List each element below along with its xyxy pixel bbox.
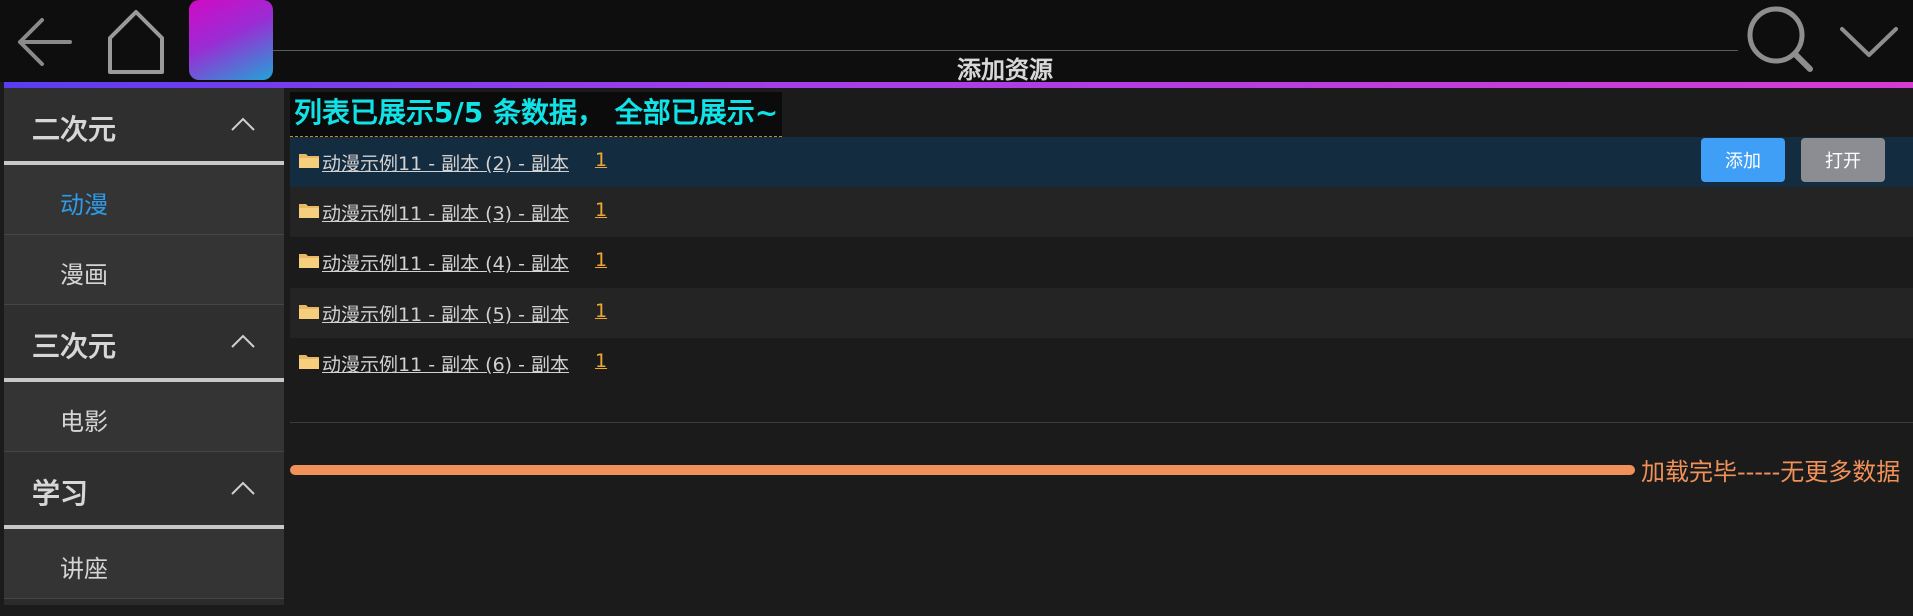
item-count-link[interactable]: 1 [595,199,607,221]
sidebar-item-label: 漫画 [60,261,108,289]
item-name-link[interactable]: 动漫示例11 - 副本 (5) - 副本 [322,300,569,327]
list-summary: 列表已展示5/5 条数据， 全部已展示~ [290,92,783,137]
folder-icon [299,254,319,268]
chevron-down-icon [1840,27,1898,57]
item-name-link[interactable]: 动漫示例11 - 副本 (6) - 副本 [322,350,569,377]
page-title: 添加资源 [957,56,1053,84]
folder-icon [299,204,319,218]
item-count-link[interactable]: 1 [595,300,607,322]
open-button[interactable]: 打开 [1801,138,1885,182]
sidebar-item-label: 动漫 [60,191,108,219]
list-item[interactable]: 动漫示例11 - 副本 (5) - 副本 1 [290,288,1913,338]
load-progress-bar [290,465,1635,475]
item-count-link[interactable]: 1 [595,350,607,372]
chevron-up-icon [231,334,255,348]
list-item[interactable]: 动漫示例11 - 副本 (3) - 副本 1 [290,187,1913,237]
item-name-link[interactable]: 动漫示例11 - 副本 (2) - 副本 [322,149,569,176]
search-button[interactable] [1740,0,1820,78]
sidebar-item-movies[interactable]: 电影 [4,382,284,452]
item-name-link[interactable]: 动漫示例11 - 副本 (3) - 副本 [322,199,569,226]
folder-icon [299,355,319,369]
sidebar-item-anime[interactable]: 动漫 [4,165,284,235]
sidebar-category-2d[interactable]: 二次元 [4,88,284,165]
search-icon [1747,6,1813,72]
chevron-up-icon [231,481,255,495]
sidebar-category-3d[interactable]: 三次元 [4,305,284,382]
back-button[interactable] [8,6,80,78]
folder-icon [299,154,319,168]
item-name-link[interactable]: 动漫示例11 - 副本 (4) - 副本 [322,249,569,276]
list-item[interactable]: 动漫示例11 - 副本 (2) - 副本 1 [290,137,1913,187]
accent-bar [4,82,1913,88]
category-label: 二次元 [32,113,117,146]
sidebar-item-label: 讲座 [60,555,108,583]
category-label: 学习 [32,477,89,510]
back-arrow-icon [18,18,72,66]
add-button[interactable]: 添加 [1701,138,1785,182]
sidebar-item-lectures[interactable]: 讲座 [4,529,284,599]
chevron-up-icon [231,117,255,131]
list-divider [290,422,1913,423]
load-complete-text: 加载完毕-----无更多数据 [1641,458,1901,486]
sidebar-item-comics[interactable]: 漫画 [4,235,284,305]
item-count-link[interactable]: 1 [595,149,607,171]
list-item[interactable]: 动漫示例11 - 副本 (4) - 副本 1 [290,237,1913,287]
sidebar-item-label: 电影 [60,408,108,436]
category-label: 三次元 [32,330,117,363]
list-item[interactable]: 动漫示例11 - 副本 (6) - 副本 1 [290,338,1913,388]
menu-dropdown-button[interactable] [1834,6,1904,76]
home-button[interactable] [100,6,172,78]
top-bar: 添加资源 [0,0,1913,84]
item-count-link[interactable]: 1 [595,249,607,271]
sidebar: 二次元 动漫 漫画 三次元 电影 学习 讲座 [4,88,284,605]
home-icon [108,10,164,74]
folder-icon [299,305,319,319]
app-logo [189,0,273,80]
sidebar-category-study[interactable]: 学习 [4,452,284,529]
